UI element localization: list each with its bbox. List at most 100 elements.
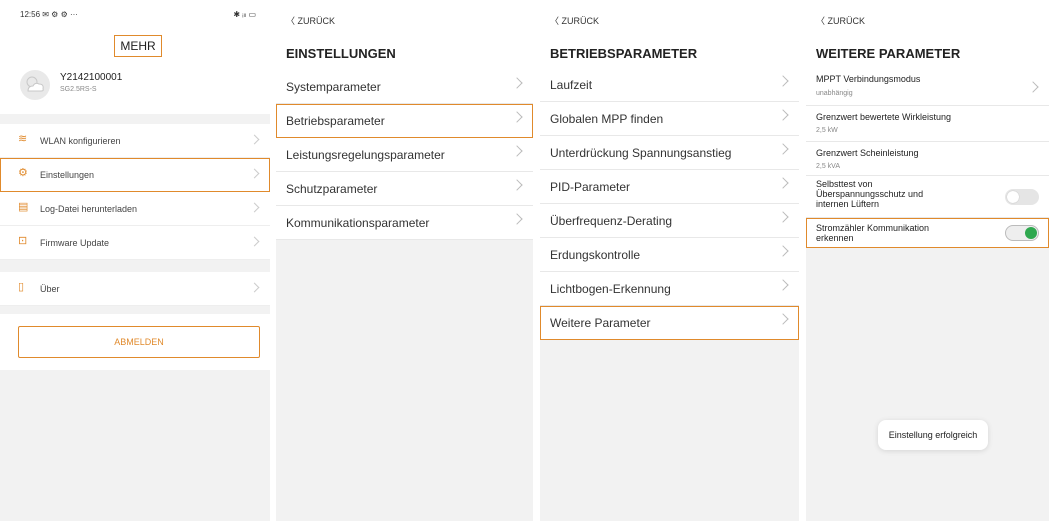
item-label: Grenzwert bewertete Wirkleistung xyxy=(816,112,952,122)
selftest-toggle[interactable] xyxy=(1005,189,1039,205)
back-button[interactable]: 〈 ZURÜCK xyxy=(816,14,865,27)
item-label: Unterdrückung Spannungsanstieg xyxy=(550,146,732,160)
settings-item-operation[interactable]: Betriebsparameter xyxy=(276,104,533,138)
item-label: Systemparameter xyxy=(286,80,381,94)
item-label: MPPT Verbindungsmodus xyxy=(816,74,921,84)
chevron-right-icon xyxy=(511,77,523,89)
item-label: Stromzähler Kommunikation erkennen xyxy=(816,223,930,243)
router-icon: ≋ xyxy=(18,133,28,145)
account-header: MEHR Y2142100001 SG2.5RS-S xyxy=(0,26,270,114)
device-id: Y2142100001 xyxy=(60,72,123,83)
chevron-right-icon xyxy=(249,202,260,213)
page-title: MEHR xyxy=(114,35,162,57)
operation-header: 〈 ZURÜCK BETRIEBSPARAMETER xyxy=(540,0,799,68)
item-label: Selbsttest von Überspannungsschutz und i… xyxy=(816,179,924,209)
item-value: 2,5 kW xyxy=(816,127,838,134)
back-label: ZURÜCK xyxy=(827,16,866,26)
param-apparent-power-limit[interactable]: Grenzwert Scheinleistung 2,5 kVA xyxy=(806,142,1049,176)
document-icon: ▤ xyxy=(18,201,29,213)
status-left: 12:56 ✉ ⚙ ⚙ ··· xyxy=(20,10,78,19)
update-icon: ⊡ xyxy=(18,235,28,247)
param-runtime[interactable]: Laufzeit xyxy=(540,68,799,102)
further-list: MPPT Verbindungsmodus unabhängig Grenzwe… xyxy=(806,68,1049,248)
menu-item-about[interactable]: ▯ Über xyxy=(0,272,270,306)
param-grounding[interactable]: Erdungskontrolle xyxy=(540,238,799,272)
chevron-right-icon xyxy=(777,143,789,155)
chevron-right-icon xyxy=(249,168,260,179)
item-label: PID-Parameter xyxy=(550,180,631,194)
item-label: Überfrequenz-Derating xyxy=(550,214,673,228)
chevron-right-icon xyxy=(511,179,523,191)
chevron-right-icon xyxy=(1027,81,1039,93)
item-label: Globalen MPP finden xyxy=(550,112,664,126)
chevron-right-icon xyxy=(777,211,789,223)
item-label: Weitere Parameter xyxy=(550,316,651,330)
chevron-right-icon xyxy=(249,282,260,293)
toggle-knob xyxy=(1007,191,1019,203)
menu-item-firmware-update[interactable]: ⊡ Firmware Update xyxy=(0,226,270,260)
param-mppt-mode[interactable]: MPPT Verbindungsmodus unabhängig xyxy=(806,68,1049,106)
item-label: Grenzwert Scheinleistung xyxy=(816,148,919,158)
menu-item-label: WLAN konfigurieren xyxy=(40,136,121,146)
item-label: Leistungsregelungsparameter xyxy=(286,148,445,162)
param-global-mpp[interactable]: Globalen MPP finden xyxy=(540,102,799,136)
menu-item-label: Über xyxy=(40,284,60,294)
param-meter-communication: Stromzähler Kommunikation erkennen xyxy=(806,218,1049,248)
logout-button[interactable]: ABMELDEN xyxy=(18,326,260,358)
menu-item-label: Log-Datei herunterladen xyxy=(40,204,138,214)
further-params-panel: 〈 ZURÜCK WEITERE PARAMETER MPPT Verbindu… xyxy=(806,0,1049,521)
chevron-right-icon xyxy=(777,245,789,257)
param-selftest: Selbsttest von Überspannungsschutz und i… xyxy=(806,176,1049,218)
menu-item-settings[interactable]: ⚙ Einstellungen xyxy=(0,158,270,192)
device-avatar-icon xyxy=(20,70,50,100)
chevron-right-icon xyxy=(777,313,789,325)
settings-item-power-control[interactable]: Leistungsregelungsparameter xyxy=(276,138,533,172)
chevron-right-icon xyxy=(249,236,260,247)
toggle-knob xyxy=(1025,227,1037,239)
back-label: ZURÜCK xyxy=(561,16,600,26)
param-pid[interactable]: PID-Parameter xyxy=(540,170,799,204)
item-label: Lichtbogen-Erkennung xyxy=(550,282,671,296)
gear-icon: ⚙ xyxy=(18,167,28,179)
status-right: ✱ ᵢₗₗ ▭ xyxy=(233,10,256,19)
status-bar: 12:56 ✉ ⚙ ⚙ ··· ✱ ᵢₗₗ ▭ xyxy=(0,0,270,26)
item-label: Kommunikationsparameter xyxy=(286,216,430,230)
page-title: BETRIEBSPARAMETER xyxy=(550,46,698,61)
item-label: Schutzparameter xyxy=(286,182,378,196)
settings-header: 〈 ZURÜCK EINSTELLUNGEN xyxy=(276,0,533,70)
chevron-right-icon xyxy=(777,279,789,291)
settings-item-protection[interactable]: Schutzparameter xyxy=(276,172,533,206)
more-panel: 12:56 ✉ ⚙ ⚙ ··· ✱ ᵢₗₗ ▭ MEHR Y2142100001… xyxy=(0,0,270,521)
page-title: EINSTELLUNGEN xyxy=(286,46,396,61)
settings-item-system[interactable]: Systemparameter xyxy=(276,70,533,104)
meter-communication-toggle[interactable] xyxy=(1005,225,1039,241)
further-header: 〈 ZURÜCK WEITERE PARAMETER xyxy=(806,0,1049,68)
back-button[interactable]: 〈 ZURÜCK xyxy=(286,14,335,27)
menu-list: ≋ WLAN konfigurieren ⚙ Einstellungen ▤ L… xyxy=(0,124,270,260)
chevron-right-icon xyxy=(777,75,789,87)
param-further[interactable]: Weitere Parameter xyxy=(540,306,799,340)
operation-list: Laufzeit Globalen MPP finden Unterdrücku… xyxy=(540,68,799,340)
menu-item-label: Firmware Update xyxy=(40,238,110,248)
param-overfrequency[interactable]: Überfrequenz-Derating xyxy=(540,204,799,238)
chevron-right-icon xyxy=(511,213,523,225)
chevron-right-icon xyxy=(777,109,789,121)
chevron-right-icon xyxy=(511,111,523,123)
menu-item-label: Einstellungen xyxy=(40,170,95,180)
menu-item-wlan[interactable]: ≋ WLAN konfigurieren xyxy=(0,124,270,158)
item-label: Laufzeit xyxy=(550,78,593,92)
page-title: WEITERE PARAMETER xyxy=(816,46,961,61)
settings-list: Systemparameter Betriebsparameter Leistu… xyxy=(276,70,533,240)
menu-item-log-download[interactable]: ▤ Log-Datei herunterladen xyxy=(0,192,270,226)
param-active-power-limit[interactable]: Grenzwert bewertete Wirkleistung 2,5 kW xyxy=(806,106,1049,142)
back-button[interactable]: 〈 ZURÜCK xyxy=(550,14,599,27)
param-arc-detection[interactable]: Lichtbogen-Erkennung xyxy=(540,272,799,306)
info-icon: ▯ xyxy=(18,281,25,293)
operation-params-panel: 〈 ZURÜCK BETRIEBSPARAMETER Laufzeit Glob… xyxy=(540,0,799,521)
param-voltage-rise[interactable]: Unterdrückung Spannungsanstieg xyxy=(540,136,799,170)
chevron-right-icon xyxy=(249,134,260,145)
settings-item-communication[interactable]: Kommunikationsparameter xyxy=(276,206,533,240)
device-model: SG2.5RS-S xyxy=(60,86,97,93)
item-label: Betriebsparameter xyxy=(286,114,385,128)
item-label: Erdungskontrolle xyxy=(550,248,641,262)
